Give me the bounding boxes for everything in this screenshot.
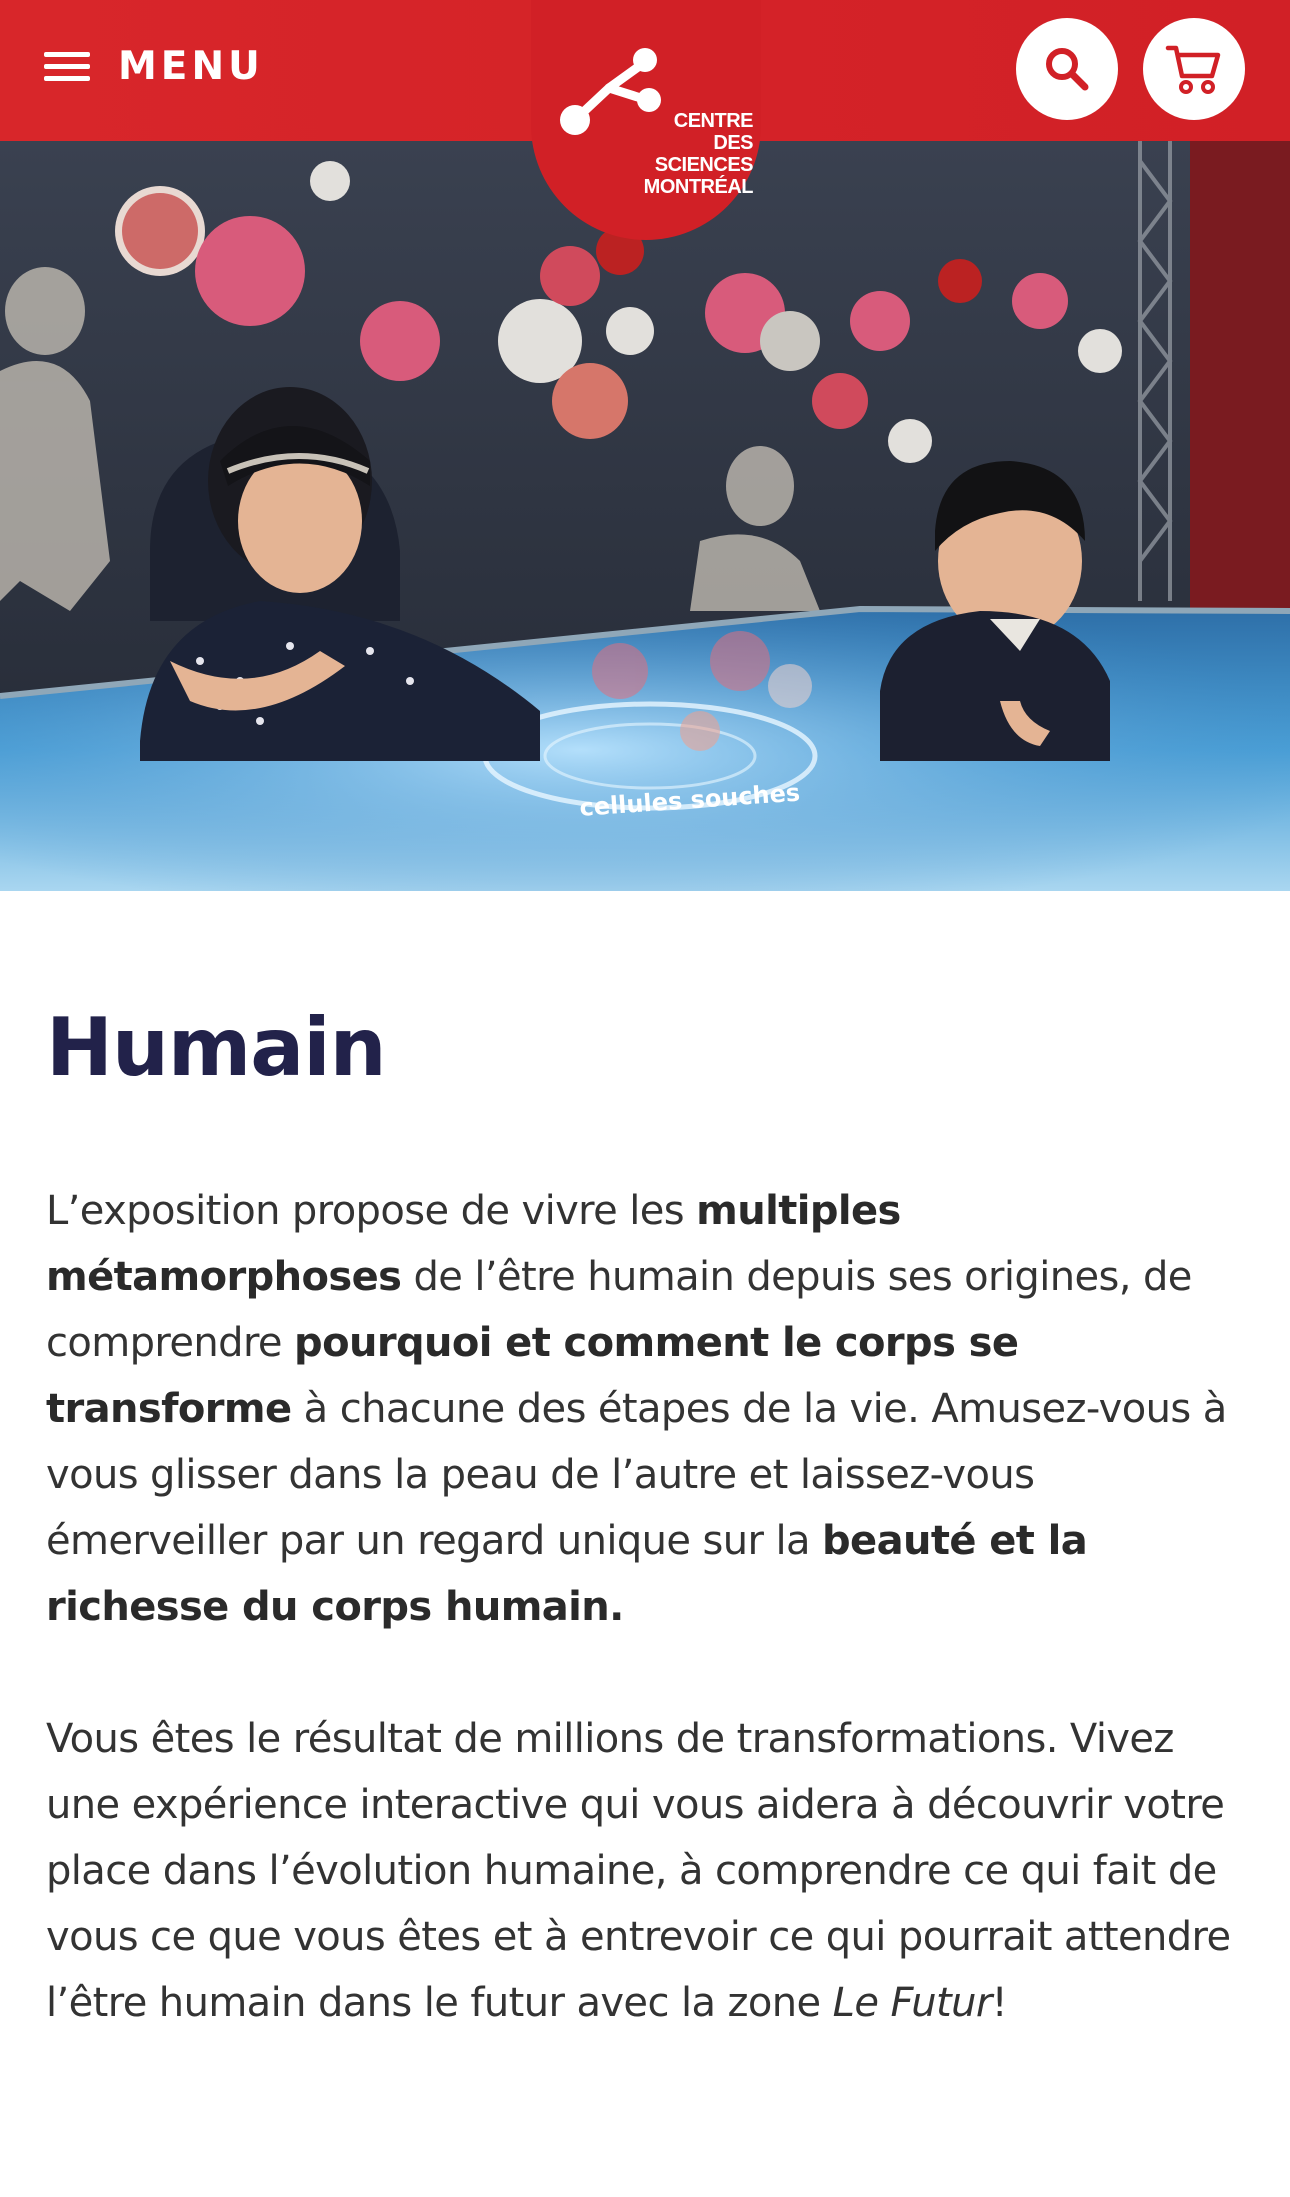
search-icon: [1046, 48, 1089, 91]
text-span-italic: Le Futur: [832, 1980, 993, 2026]
menu-button[interactable]: MENU: [44, 40, 264, 92]
site-logo[interactable]: CENTRE DES SCIENCES MONTRÉAL: [531, 0, 761, 240]
cart-icon: [1165, 45, 1221, 94]
logo-text: CENTRE DES SCIENCES MONTRÉAL: [593, 110, 754, 198]
text-span: !: [991, 1980, 1008, 2026]
logo-line: MONTRÉAL: [643, 176, 754, 198]
search-button[interactable]: [1016, 18, 1118, 120]
page-title: Humain: [46, 1001, 387, 1094]
logo-line: CENTRE: [673, 110, 754, 132]
cart-button[interactable]: [1143, 18, 1245, 120]
hamburger-icon: [44, 50, 90, 82]
text-span: L’exposition propose de vivre les: [46, 1188, 697, 1234]
hero-image: cellules souches: [0, 141, 1290, 891]
logo-line: DES: [713, 132, 753, 154]
text-span: Vous êtes le résultat de millions de tra…: [46, 1716, 1231, 2026]
menu-label: MENU: [118, 43, 264, 89]
article: Humain L’exposition propose de vivre les…: [46, 1000, 1246, 2036]
logo-line: SCIENCES: [654, 154, 754, 176]
exhibit-photo: cellules souches: [0, 141, 1290, 891]
second-paragraph: Vous êtes le résultat de millions de tra…: [46, 1706, 1246, 2036]
intro-paragraph: L’exposition propose de vivre les multip…: [46, 1178, 1246, 1640]
